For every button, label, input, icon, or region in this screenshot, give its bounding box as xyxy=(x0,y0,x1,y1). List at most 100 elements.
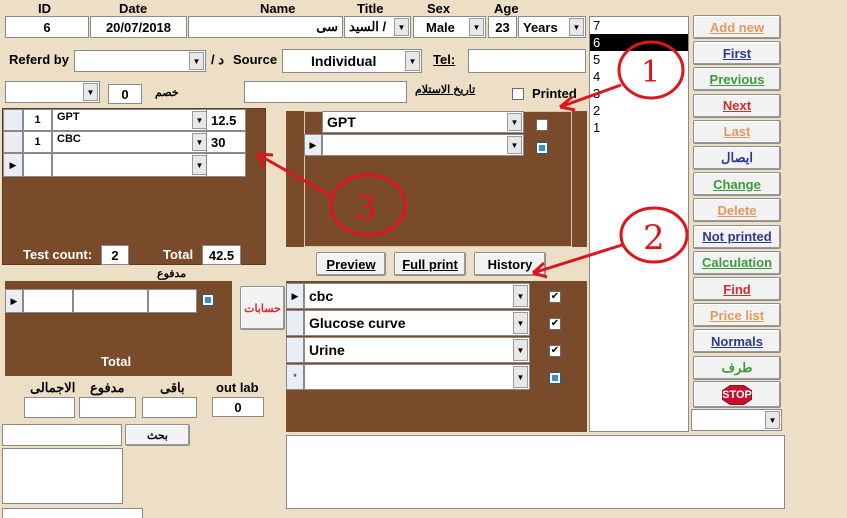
chevron-down-icon[interactable]: ▼ xyxy=(507,136,522,154)
chevron-down-icon[interactable]: ▼ xyxy=(513,312,528,334)
find-button[interactable]: Find xyxy=(693,277,781,301)
chevron-down-icon[interactable]: ▼ xyxy=(765,411,780,429)
chevron-down-icon[interactable]: ▼ xyxy=(394,18,409,36)
stop-button[interactable]: STOP xyxy=(693,381,781,408)
sex-dropdown[interactable]: Male ▼ xyxy=(413,16,486,38)
date-field[interactable]: 20/07/2018 xyxy=(90,16,187,38)
normals-button[interactable]: Normals xyxy=(693,329,781,354)
test-name-dropdown[interactable]: GPT ▼ xyxy=(52,109,209,131)
receipt-button[interactable]: ايصال xyxy=(693,146,781,170)
side-button[interactable]: طرف xyxy=(693,355,781,380)
notes-box[interactable] xyxy=(2,448,123,504)
id-field[interactable]: 6 xyxy=(5,16,89,38)
subtest-checkbox[interactable]: ✔ xyxy=(549,345,561,357)
row-selector[interactable] xyxy=(3,109,23,131)
comments-area[interactable] xyxy=(286,435,785,509)
subtest-dropdown[interactable]: Glucose curve ▼ xyxy=(304,310,530,336)
new-test-price[interactable] xyxy=(206,153,246,177)
payment-cell[interactable] xyxy=(23,289,73,313)
selected-test-dropdown[interactable]: GPT ▼ xyxy=(322,111,524,133)
payment-checkbox[interactable] xyxy=(202,294,214,306)
price-list-button[interactable]: Price list xyxy=(693,303,781,328)
id-list-item[interactable]: 4 xyxy=(590,68,688,85)
test-price[interactable]: 12.5 xyxy=(206,109,246,131)
printed-checkbox[interactable] xyxy=(512,88,524,100)
tel-field[interactable] xyxy=(468,49,586,73)
id-list-item[interactable]: 5 xyxy=(590,51,688,68)
remaining-field[interactable] xyxy=(142,397,197,418)
chevron-down-icon[interactable]: ▼ xyxy=(569,18,584,36)
row-selector[interactable] xyxy=(286,337,304,363)
subtest-dropdown[interactable]: Urine ▼ xyxy=(304,337,530,363)
new-subtest-dropdown[interactable]: ▼ xyxy=(304,364,530,390)
new-row-selector[interactable]: * xyxy=(286,364,304,390)
delete-button[interactable]: Delete xyxy=(693,198,781,223)
chevron-down-icon[interactable]: ▼ xyxy=(513,285,528,307)
referd-dropdown[interactable]: ▼ xyxy=(74,50,206,72)
source-dropdown[interactable]: Individual ▼ xyxy=(282,49,422,73)
subtest-dropdown[interactable]: cbc ▼ xyxy=(304,283,530,309)
row-selector[interactable]: ▶ xyxy=(304,134,322,156)
discount-type-dropdown[interactable]: ▼ xyxy=(5,81,100,103)
selected-test-new-checkbox[interactable] xyxy=(536,142,548,154)
test-qty[interactable]: 1 xyxy=(23,131,52,153)
first-button[interactable]: First xyxy=(693,41,781,66)
id-list-item[interactable]: 6 xyxy=(590,34,688,51)
accounts-button[interactable]: حسابات xyxy=(240,286,285,330)
subtest-checkbox[interactable]: ✔ xyxy=(549,291,561,303)
id-list-item[interactable]: 7 xyxy=(590,17,688,34)
chevron-down-icon[interactable]: ▼ xyxy=(83,83,98,101)
search-input[interactable] xyxy=(2,424,122,446)
id-listbox[interactable]: 7654321 xyxy=(589,16,689,432)
bottom-field[interactable] xyxy=(2,508,143,518)
change-button[interactable]: Change xyxy=(693,172,781,197)
row-selector[interactable]: ▶ xyxy=(286,283,304,309)
id-list-item[interactable]: 1 xyxy=(590,119,688,136)
chevron-down-icon[interactable]: ▼ xyxy=(192,133,207,151)
chevron-down-icon[interactable]: ▼ xyxy=(513,366,528,388)
outlab-field[interactable]: 0 xyxy=(212,397,264,417)
id-list-item[interactable]: 2 xyxy=(590,102,688,119)
chevron-down-icon[interactable]: ▼ xyxy=(192,155,207,175)
add-new-button[interactable]: Add new xyxy=(693,15,781,39)
new-test-name-dropdown[interactable]: ▼ xyxy=(52,153,209,177)
new-test-qty[interactable] xyxy=(23,153,52,177)
chevron-down-icon[interactable]: ▼ xyxy=(192,111,207,129)
preview-button[interactable]: Preview xyxy=(316,252,386,276)
row-selector[interactable]: ▶ xyxy=(5,289,23,313)
age-field[interactable]: 23 xyxy=(488,16,517,38)
selected-test-new-dropdown[interactable]: ▼ xyxy=(322,134,524,156)
paid-field[interactable] xyxy=(79,397,136,418)
receipt-date-field[interactable] xyxy=(244,81,407,103)
last-button[interactable]: Last xyxy=(693,119,781,144)
age-unit-dropdown[interactable]: Years ▼ xyxy=(518,16,586,38)
row-selector[interactable] xyxy=(3,131,23,153)
test-name-dropdown[interactable]: CBC ▼ xyxy=(52,131,209,153)
previous-button[interactable]: Previous xyxy=(693,67,781,92)
payment-cell[interactable] xyxy=(73,289,148,313)
test-qty[interactable]: 1 xyxy=(23,109,52,131)
next-button[interactable]: Next xyxy=(693,93,781,118)
chevron-down-icon[interactable]: ▼ xyxy=(405,51,420,71)
history-button[interactable]: History xyxy=(474,252,546,276)
chevron-down-icon[interactable]: ▼ xyxy=(507,113,522,131)
discount-field[interactable]: 0 xyxy=(108,84,142,104)
calculation-button[interactable]: Calculation xyxy=(693,250,781,275)
full-print-button[interactable]: Full print xyxy=(394,252,466,276)
bottom-right-dropdown[interactable]: ▼ xyxy=(691,409,782,431)
chevron-down-icon[interactable]: ▼ xyxy=(513,339,528,361)
not-printed-button[interactable]: Not printed xyxy=(693,224,781,249)
row-selector[interactable] xyxy=(286,310,304,336)
grand-total-field[interactable] xyxy=(24,397,75,418)
subtest-checkbox[interactable]: ✔ xyxy=(549,318,561,330)
new-row-selector[interactable]: ▶ xyxy=(3,153,23,177)
search-button[interactable]: بحث xyxy=(125,424,190,446)
selected-test-checkbox[interactable] xyxy=(536,119,548,131)
chevron-down-icon[interactable]: ▼ xyxy=(469,18,484,36)
name-field[interactable]: سى xyxy=(188,16,343,38)
chevron-down-icon[interactable]: ▼ xyxy=(189,52,204,70)
test-price[interactable]: 30 xyxy=(206,131,246,153)
new-subtest-checkbox[interactable] xyxy=(549,372,561,384)
title-dropdown[interactable]: السيد / ▼ xyxy=(344,16,411,38)
payment-cell[interactable] xyxy=(148,289,197,313)
